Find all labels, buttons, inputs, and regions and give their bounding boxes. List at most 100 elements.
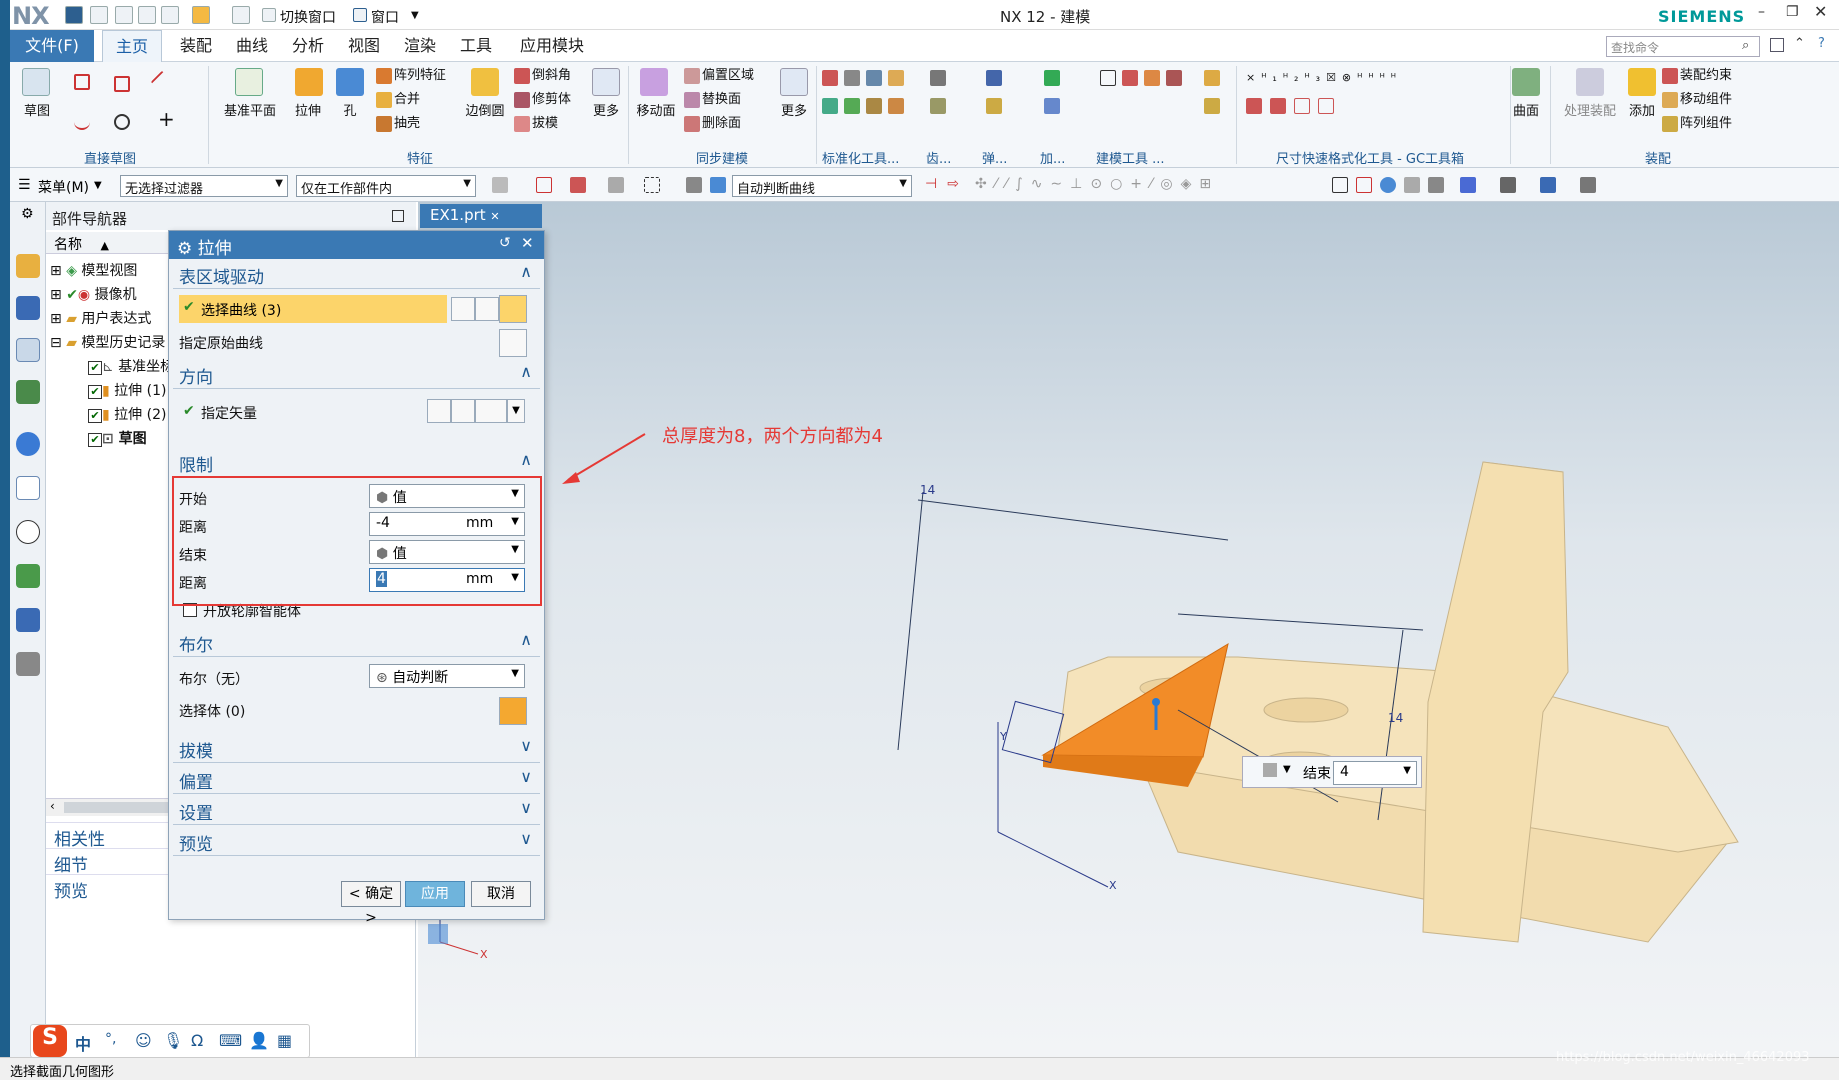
add-tool-icon[interactable] (1044, 70, 1060, 86)
edge-blend-button[interactable]: 边倒圆 (461, 104, 509, 119)
profile-icon[interactable] (74, 74, 90, 90)
touch-mode-icon[interactable] (232, 6, 250, 24)
view-tool-icon[interactable] (1500, 177, 1516, 193)
maximize-icon[interactable] (392, 210, 404, 222)
selection-tool-icon[interactable] (492, 177, 508, 193)
dim-tool-icon[interactable] (1318, 98, 1334, 114)
view-tool-icon[interactable] (1540, 177, 1556, 193)
end-distance-onscreen-field[interactable]: 4 ▼ (1333, 761, 1417, 785)
line-icon[interactable] (150, 70, 174, 94)
refresh-icon[interactable] (1380, 177, 1396, 193)
web-browser-icon[interactable] (16, 432, 40, 456)
save-icon[interactable] (65, 6, 83, 24)
section-header-preview[interactable]: 预览 ∨ (173, 828, 540, 856)
emoji-icon[interactable]: ☺ (135, 1031, 152, 1050)
assembly-navigator-icon[interactable] (16, 254, 40, 278)
dimension-start-label[interactable]: 14 (920, 483, 935, 497)
rectangle-icon[interactable] (114, 76, 130, 92)
replace-face-button[interactable]: 替换面 (702, 92, 741, 107)
curve-icon[interactable] (475, 297, 499, 321)
restore-icon[interactable]: ❐ (1786, 4, 1799, 20)
drag-handle[interactable] (1152, 698, 1160, 706)
add-component-button[interactable]: 添加 (1626, 104, 1658, 119)
selection-tool-icon[interactable] (644, 177, 660, 193)
section-header-settings[interactable]: 设置 ∨ (173, 797, 540, 825)
selection-tool-icon[interactable] (608, 177, 624, 193)
system-materials-icon[interactable] (16, 652, 40, 676)
ime-punctuation-toggle[interactable]: °, (105, 1031, 116, 1047)
reuse-library-icon[interactable] (16, 380, 40, 404)
scroll-left-icon[interactable]: ‹ (50, 799, 55, 813)
tree-item-extrude-2[interactable]: ✔ ▮ 拉伸 (2) (88, 404, 166, 428)
history-icon[interactable] (16, 476, 40, 500)
file-tab[interactable]: EX1.prt ✕ (420, 204, 542, 228)
original-curve-icon[interactable] (499, 329, 527, 357)
standard-tool-icon[interactable] (844, 70, 860, 86)
tree-item-model-views[interactable]: ⊞ ◈ 模型视图 (50, 260, 137, 284)
dim-format-tools[interactable]: ×ᴴ₁ᴴ₂ᴴ₃☒⊗ᴴᴴᴴᴴ (1246, 70, 1402, 85)
menu-dropdown-icon[interactable]: ▼ (94, 180, 102, 191)
section-header-direction[interactable]: 方向 ∧ (173, 361, 540, 389)
value-type-icon[interactable] (1263, 763, 1277, 777)
tab-analysis[interactable]: 分析 (280, 30, 336, 62)
assembly-constraint-button[interactable]: 装配约束 (1680, 68, 1732, 83)
tree-item-cameras[interactable]: ⊞ ✔◉ 摄像机 (50, 284, 137, 308)
constraint-navigator-icon[interactable] (16, 296, 40, 320)
section-header-section[interactable]: 表区域驱动 ∧ (173, 261, 540, 289)
paste-icon[interactable] (161, 6, 179, 24)
tree-item-sketch[interactable]: ✔ ⊡ 草图 (88, 428, 147, 452)
standard-tool-icon[interactable] (844, 98, 860, 114)
gear-icon[interactable]: ⚙ (21, 206, 34, 222)
sketch-button[interactable]: 草图 (22, 104, 52, 119)
ribbon-options-icon[interactable] (1770, 38, 1784, 52)
window-menu-button[interactable]: 窗口 (371, 7, 399, 27)
selection-scope-select[interactable]: 仅在工作部件内 ▼ (296, 175, 476, 197)
checkbox-checked[interactable]: ✔ (88, 385, 102, 399)
sogou-logo-icon[interactable]: S (33, 1025, 67, 1057)
standard-tool-icon[interactable] (866, 70, 882, 86)
select-body-icon[interactable] (499, 697, 527, 725)
tab-assembly[interactable]: 装配 (168, 30, 224, 62)
apply-button[interactable]: 应用 (405, 881, 465, 907)
snap-point-tools[interactable]: ✣⁄⁄∫∿∼⊥⊙○+⁄◎◈⊞ (975, 176, 1219, 192)
delete-face-button[interactable]: 删除面 (702, 116, 741, 131)
modeling-tool-icon[interactable] (1122, 70, 1138, 86)
selection-tool-icon[interactable] (536, 177, 552, 193)
keyboard-icon[interactable]: ⌨ (219, 1031, 242, 1050)
standard-tool-icon[interactable] (888, 70, 904, 86)
view-tool-icon[interactable] (1332, 177, 1348, 193)
datum-plane-button[interactable]: 基准平面 (218, 104, 282, 119)
tab-home[interactable]: 主页 (102, 30, 162, 62)
dim-tool-icon[interactable] (1294, 98, 1310, 114)
tree-item-user-expressions[interactable]: ⊞ ▰ 用户表达式 (50, 308, 151, 332)
checkbox-checked[interactable]: ✔ (88, 409, 102, 423)
point-icon[interactable]: + (158, 109, 175, 129)
circle-icon[interactable] (114, 114, 130, 130)
add-tool-icon[interactable] (1044, 98, 1060, 114)
pattern-component-button[interactable]: 阵列组件 (1680, 116, 1732, 131)
microphone-icon[interactable]: 🎙 (163, 1031, 183, 1050)
user-icon[interactable]: 👤 (249, 1031, 269, 1050)
modeling-tool-icon[interactable] (1100, 70, 1116, 86)
section-header-boolean[interactable]: 布尔 ∧ (173, 629, 540, 657)
view-tool-icon[interactable] (1404, 177, 1420, 193)
close-icon[interactable]: ✕ (1814, 2, 1827, 21)
view-tool-icon[interactable] (1460, 177, 1476, 193)
tab-view[interactable]: 视图 (336, 30, 392, 62)
section-header-limits[interactable]: 限制 ∧ (173, 449, 540, 477)
view-tool-icon[interactable] (1580, 177, 1596, 193)
extrude-button[interactable]: 拉伸 (290, 104, 326, 119)
modeling-tool-icon[interactable] (1144, 70, 1160, 86)
gear-tool-icon[interactable] (930, 98, 946, 114)
process-studio-icon[interactable] (16, 564, 40, 588)
hole-button[interactable]: 孔 (336, 104, 364, 119)
standard-tool-icon[interactable] (822, 70, 838, 86)
toolbox-icon[interactable]: ▦ (277, 1031, 292, 1050)
selection-tool-icon[interactable] (686, 177, 702, 193)
draft-button[interactable]: 拔模 (532, 116, 558, 131)
tab-applications[interactable]: 应用模块 (510, 30, 594, 62)
chevron-down-icon[interactable]: ▼ (507, 399, 525, 423)
undo-icon[interactable] (90, 6, 108, 24)
ime-language-toggle[interactable]: 中 (75, 1031, 91, 1055)
trim-body-button[interactable]: 修剪体 (532, 92, 571, 107)
